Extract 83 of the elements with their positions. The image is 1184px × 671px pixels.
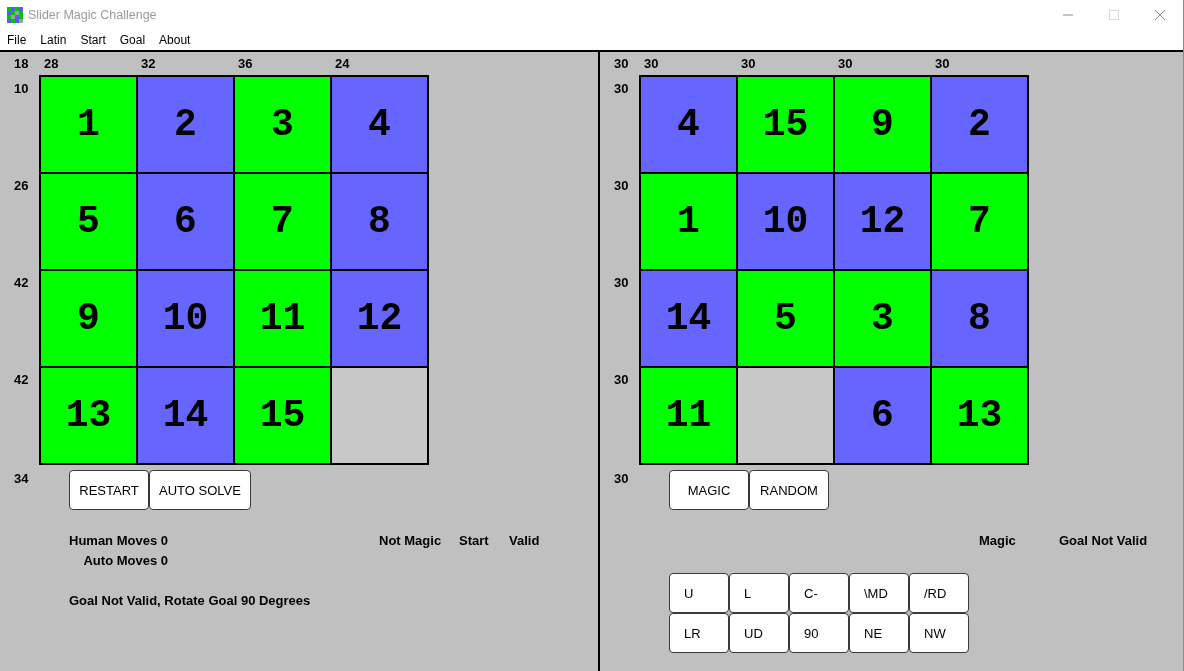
menu-item[interactable]: About <box>152 32 198 48</box>
auto-solve-button[interactable]: AUTO SOLVE <box>149 470 251 510</box>
menu-item[interactable]: Goal <box>112 32 153 48</box>
number-tile[interactable]: 2 <box>932 77 1027 172</box>
window-title: Slider Magic Challenge <box>28 8 157 22</box>
sum-label: 28 <box>44 56 59 71</box>
message-text: Goal Not Valid, Rotate Goal 90 Degrees <box>69 592 311 610</box>
number-tile[interactable]: 7 <box>235 174 330 269</box>
number-tile[interactable]: 3 <box>835 271 930 366</box>
move-count-label: Auto Moves 0 <box>83 552 168 570</box>
number-tile[interactable]: 4 <box>641 77 736 172</box>
number-tile[interactable]: 14 <box>138 368 233 463</box>
restart-button[interactable]: RESTART <box>69 470 149 510</box>
number-tile[interactable]: 13 <box>41 368 136 463</box>
sum-label: 42 <box>14 275 29 290</box>
number-tile[interactable]: 11 <box>641 368 736 463</box>
number-tile[interactable]: 1 <box>641 174 736 269</box>
transform-button[interactable]: U <box>669 573 729 613</box>
empty-tile[interactable] <box>738 368 833 463</box>
number-tile[interactable]: 11 <box>235 271 330 366</box>
sum-label: 34 <box>14 471 29 486</box>
number-tile[interactable]: 9 <box>835 77 930 172</box>
transform-button[interactable]: UD <box>729 613 789 653</box>
random-button[interactable]: RANDOM <box>749 470 829 510</box>
number-tile[interactable]: 15 <box>738 77 833 172</box>
sum-label: 30 <box>614 275 629 290</box>
sum-label: 42 <box>14 372 29 387</box>
number-tile[interactable]: 13 <box>932 368 1027 463</box>
maximize-icon <box>1109 10 1119 20</box>
number-tile[interactable]: 10 <box>738 174 833 269</box>
sum-label: 30 <box>614 178 629 193</box>
transform-button[interactable]: L <box>729 573 789 613</box>
sum-label: 30 <box>614 81 629 96</box>
sum-label: 24 <box>335 56 350 71</box>
transform-button[interactable]: C- <box>789 573 849 613</box>
number-tile[interactable]: 6 <box>138 174 233 269</box>
sum-label: 30 <box>838 56 853 71</box>
move-count-label: Human Moves 0 <box>69 532 168 550</box>
number-tile[interactable]: 5 <box>41 174 136 269</box>
sum-label: 30 <box>644 56 659 71</box>
sum-label: 30 <box>741 56 756 71</box>
sum-label: 32 <box>141 56 156 71</box>
transform-button[interactable]: 90 <box>789 613 849 653</box>
number-tile[interactable]: 12 <box>835 174 930 269</box>
transform-button[interactable]: \MD <box>849 573 909 613</box>
number-tile[interactable]: 6 <box>835 368 930 463</box>
menu-item[interactable]: Latin <box>33 32 74 48</box>
sum-label: 26 <box>14 178 29 193</box>
number-tile[interactable]: 12 <box>332 271 427 366</box>
status-label: Magic <box>979 532 1016 550</box>
status-label: Not Magic <box>379 532 442 550</box>
number-tile[interactable]: 1 <box>41 77 136 172</box>
transform-button[interactable]: /RD <box>909 573 969 613</box>
sum-label: 18 <box>14 56 29 71</box>
status-label: Goal Not Valid <box>1059 532 1148 550</box>
number-tile[interactable]: 8 <box>932 271 1027 366</box>
number-tile[interactable]: 4 <box>332 77 427 172</box>
status-label: Valid <box>509 532 540 550</box>
status-label: Start <box>459 532 489 550</box>
sum-label: 30 <box>614 56 629 71</box>
close-icon <box>1155 10 1165 20</box>
app-icon <box>7 7 23 23</box>
transform-button[interactable]: NE <box>849 613 909 653</box>
sum-label: 10 <box>14 81 29 96</box>
sum-label: 30 <box>614 471 629 486</box>
number-tile[interactable]: 14 <box>641 271 736 366</box>
sum-label: 30 <box>614 372 629 387</box>
number-tile[interactable]: 5 <box>738 271 833 366</box>
transform-button[interactable]: LR <box>669 613 729 653</box>
number-tile[interactable]: 3 <box>235 77 330 172</box>
number-tile[interactable]: 9 <box>41 271 136 366</box>
menu-item[interactable]: Start <box>73 32 113 48</box>
number-tile[interactable]: 7 <box>932 174 1027 269</box>
sum-label: 30 <box>935 56 950 71</box>
sum-label: 36 <box>238 56 253 71</box>
number-tile[interactable]: 8 <box>332 174 427 269</box>
empty-tile[interactable] <box>332 368 427 463</box>
number-tile[interactable]: 10 <box>138 271 233 366</box>
menu-item[interactable]: File <box>0 32 34 48</box>
magic-button[interactable]: MAGIC <box>669 470 749 510</box>
number-tile[interactable]: 15 <box>235 368 330 463</box>
transform-button[interactable]: NW <box>909 613 969 653</box>
number-tile[interactable]: 2 <box>138 77 233 172</box>
